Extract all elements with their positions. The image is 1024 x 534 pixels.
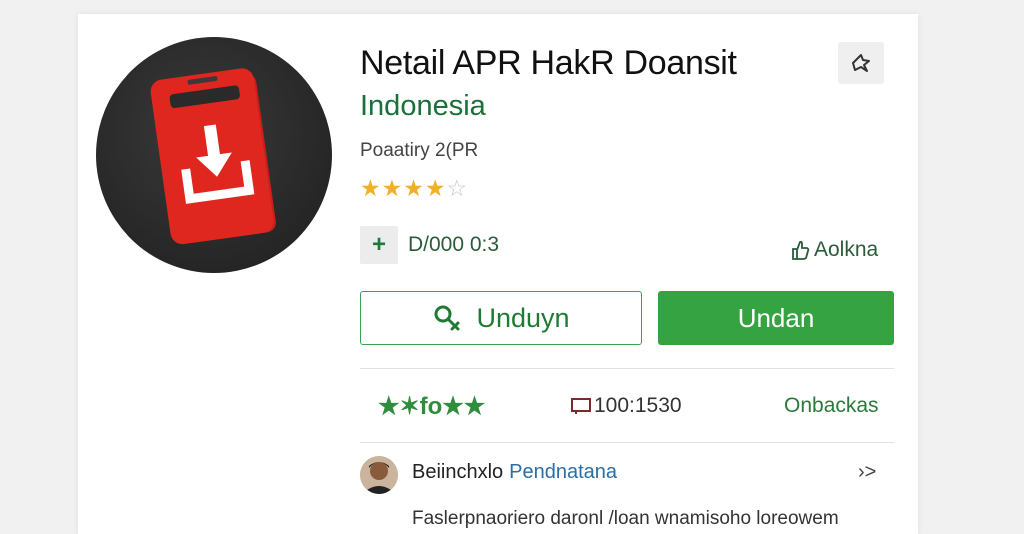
downloads-value: 100:1530 xyxy=(594,394,682,417)
outline-action-label: Unduyn xyxy=(476,302,570,333)
share-button[interactable] xyxy=(838,42,884,84)
share-icon xyxy=(852,54,870,72)
app-category: Poaatiry 2(PR xyxy=(360,140,479,161)
chevron-right-icon[interactable]: ›> xyxy=(858,461,876,484)
download-box-icon xyxy=(571,398,591,414)
app-title: Netail APR HakR Doansit xyxy=(360,44,737,82)
star-icon: ★ xyxy=(381,175,404,201)
install-button[interactable]: Undan xyxy=(658,291,894,345)
reviewer-name-line: Beiinchxlo Pendnatana xyxy=(412,461,617,484)
divider xyxy=(360,442,894,443)
avatar-image xyxy=(360,456,398,494)
thumb-icon xyxy=(792,240,810,260)
stat-right[interactable]: Onbackas xyxy=(784,394,879,418)
review-text: Faslerpnaoriero daronl /loan wnamisoho l… xyxy=(412,508,839,529)
divider xyxy=(360,368,894,369)
rating-stat: ★✶fo★★ xyxy=(378,393,486,420)
reviewer-role: Pendnatana xyxy=(509,461,618,483)
downloads-stat: 100:1530 xyxy=(570,394,682,418)
meta-info: D/000 0:3 xyxy=(408,233,500,256)
download-app-icon xyxy=(150,68,276,245)
app-icon xyxy=(96,37,332,273)
meta-right-label: Aolkna xyxy=(814,238,879,261)
app-detail-card: Netail APR HakR Doansit Indonesia Poaati… xyxy=(78,14,918,534)
star-icon: ★ xyxy=(424,175,447,201)
install-button-label: Undan xyxy=(737,302,815,333)
outline-action-button[interactable]: Unduyn xyxy=(360,291,642,345)
plus-icon[interactable]: + xyxy=(360,226,398,264)
search-icon xyxy=(434,305,460,331)
app-subtitle[interactable]: Indonesia xyxy=(360,90,486,123)
star-icon: ★ xyxy=(360,175,382,201)
avatar[interactable] xyxy=(360,456,398,494)
reviewer-name: Beiinchxlo xyxy=(412,461,504,483)
rating-stars: ★★★★☆ xyxy=(360,175,468,202)
star-outline-icon: ☆ xyxy=(446,175,469,201)
star-icon: ★ xyxy=(403,175,425,201)
meta-right[interactable]: Aolkna xyxy=(790,238,878,262)
